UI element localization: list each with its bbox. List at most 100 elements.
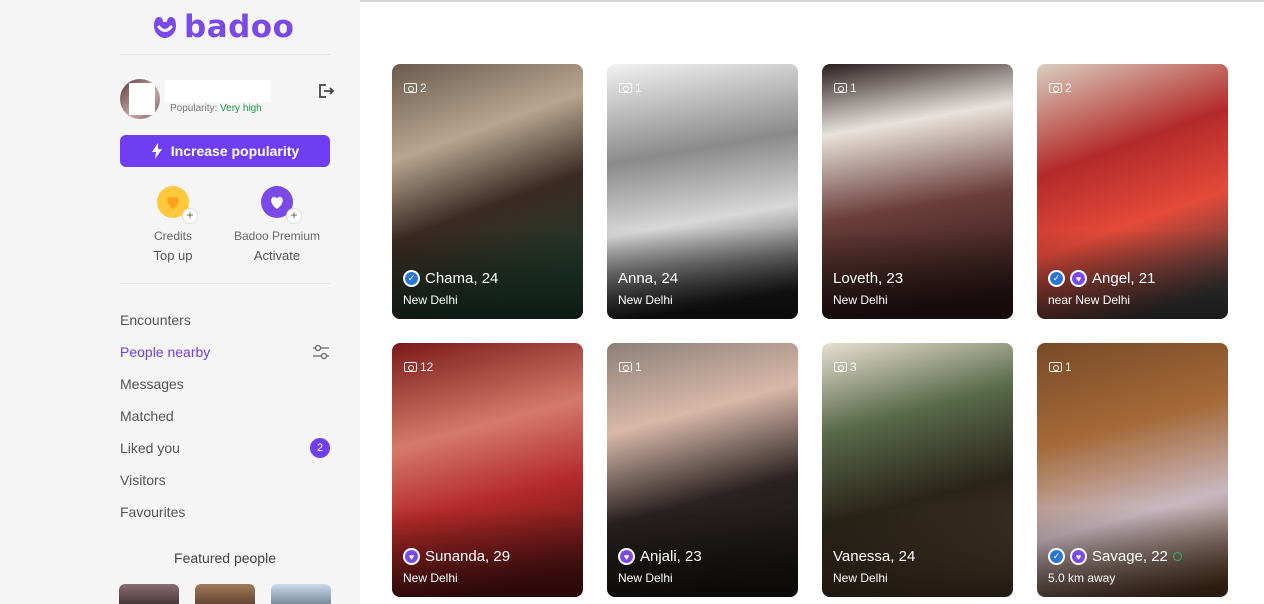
camera-icon <box>1049 83 1062 93</box>
add-credits-icon: + <box>182 208 198 224</box>
popularity-value: Very high <box>220 103 262 114</box>
badoo-logo[interactable]: badoo <box>152 9 295 45</box>
person-name-line: ✓ Chama, 24 <box>403 270 498 287</box>
person-card[interactable]: 3 Vanessa, 24 New Delhi <box>822 343 1013 597</box>
person-card[interactable]: 2 ✓ ♥ Angel, 21 near New Delhi <box>1037 64 1228 319</box>
person-location: New Delhi <box>833 293 888 307</box>
nav-item-encounters[interactable]: Encounters <box>120 304 330 336</box>
credits-item[interactable]: + Credits Top up <box>118 186 228 263</box>
person-name-age: Anjali, 23 <box>640 548 702 565</box>
popularity-label: Popularity: <box>170 103 218 114</box>
add-premium-icon: + <box>286 208 302 224</box>
premium-label: Badoo Premium <box>233 229 321 243</box>
person-name-age: Sunanda, 29 <box>425 548 511 565</box>
person-name-age: Vanessa, 24 <box>833 548 916 565</box>
divider <box>120 283 330 284</box>
photo-count-value: 2 <box>1065 81 1072 95</box>
camera-icon <box>619 362 632 372</box>
logout-icon[interactable] <box>317 83 335 99</box>
online-status-icon <box>1172 552 1182 561</box>
nav-label: Liked you <box>120 440 180 456</box>
camera-icon <box>1049 362 1062 372</box>
premium-item[interactable]: + Badoo Premium Activate <box>222 186 332 263</box>
user-avatar[interactable] <box>120 79 160 119</box>
person-card[interactable]: 1 ✓ ♥ Savage, 22 5.0 km away <box>1037 343 1228 597</box>
person-name-line: ✓ ♥ Savage, 22 <box>1048 548 1182 565</box>
popularity-status: Popularity: Very high <box>170 103 262 114</box>
photo-count-value: 1 <box>635 360 642 374</box>
activate-link[interactable]: Activate <box>222 248 332 263</box>
premium-heart-icon: ♥ <box>1070 270 1087 287</box>
photo-count-value: 2 <box>420 81 427 95</box>
filters-icon[interactable] <box>312 343 330 361</box>
photo-count-value: 1 <box>850 81 857 95</box>
featured-people-title: Featured people <box>174 550 276 566</box>
photo-count-value: 3 <box>850 360 857 374</box>
person-location: New Delhi <box>618 293 673 307</box>
photo-count: 1 <box>1049 360 1072 374</box>
credits-label: Credits <box>153 229 192 243</box>
photo-count: 1 <box>619 81 642 95</box>
nav-item-matched[interactable]: Matched <box>120 400 330 432</box>
increase-popularity-button[interactable]: Increase popularity <box>120 135 330 167</box>
nav-item-messages[interactable]: Messages <box>120 368 330 400</box>
person-card[interactable]: 1 Loveth, 23 New Delhi <box>822 64 1013 319</box>
person-name-line: ♥ Anjali, 23 <box>618 548 702 565</box>
person-card[interactable]: 1 ♥ Anjali, 23 New Delhi <box>607 343 798 597</box>
photo-count: 3 <box>834 360 857 374</box>
liked-you-count-badge: 2 <box>310 438 330 458</box>
verified-check-icon: ✓ <box>1048 548 1065 565</box>
camera-icon <box>404 83 417 93</box>
sidebar-nav: Encounters People nearby Messages Matche… <box>120 304 330 528</box>
nav-item-people-nearby[interactable]: People nearby <box>120 336 330 368</box>
nav-label: Favourites <box>120 504 186 520</box>
person-location: near New Delhi <box>1048 293 1131 307</box>
person-name-line: Loveth, 23 <box>833 270 903 287</box>
premium-heart-icon: ♥ <box>618 548 635 565</box>
person-name-line: ✓ ♥ Angel, 21 <box>1048 270 1155 287</box>
person-card[interactable]: 12 ♥ Sunanda, 29 New Delhi <box>392 343 583 597</box>
person-location: New Delhi <box>403 571 458 585</box>
person-name-age: Angel, 21 <box>1092 270 1156 287</box>
nav-item-favourites[interactable]: Favourites <box>120 496 330 528</box>
photo-count: 2 <box>404 81 427 95</box>
person-location: 5.0 km away <box>1048 571 1116 585</box>
camera-icon <box>834 362 847 372</box>
person-card[interactable]: 2 ✓ Chama, 24 New Delhi <box>392 64 583 319</box>
photo-count-value: 1 <box>1065 360 1072 374</box>
photo-count: 2 <box>1049 81 1072 95</box>
person-location: New Delhi <box>403 293 458 307</box>
photo-count-value: 12 <box>420 360 434 374</box>
sidebar: badoo Popularity: Very high Increase pop… <box>0 0 360 604</box>
nav-item-liked-you[interactable]: Liked you 2 <box>120 432 330 464</box>
nav-label: Messages <box>120 376 184 392</box>
nav-item-visitors[interactable]: Visitors <box>120 464 330 496</box>
nav-label: People nearby <box>120 344 211 360</box>
photo-count: 1 <box>834 81 857 95</box>
divider <box>120 54 330 55</box>
person-card[interactable]: 1 Anna, 24 New Delhi <box>607 64 798 319</box>
user-name-redacted[interactable] <box>165 80 271 102</box>
photo-count: 1 <box>619 360 642 374</box>
premium-heart-icon: + <box>261 186 302 224</box>
verified-check-icon: ✓ <box>1048 270 1065 287</box>
increase-popularity-label: Increase popularity <box>170 143 300 159</box>
featured-person-thumb[interactable] <box>271 584 331 604</box>
logo-wordmark: badoo <box>184 9 295 45</box>
top-up-link[interactable]: Top up <box>118 248 228 263</box>
featured-person-thumb[interactable] <box>119 584 179 604</box>
person-name-line: Anna, 24 <box>618 270 678 287</box>
camera-icon <box>404 362 417 372</box>
person-name-age: Loveth, 23 <box>833 270 904 287</box>
lightning-icon <box>151 143 162 159</box>
nav-label: Encounters <box>120 312 191 328</box>
person-location: New Delhi <box>618 571 673 585</box>
person-location: New Delhi <box>833 571 888 585</box>
featured-person-thumb[interactable] <box>195 584 255 604</box>
person-name-age: Chama, 24 <box>425 270 499 287</box>
photo-count: 12 <box>404 360 433 374</box>
nav-label: Visitors <box>120 472 166 488</box>
premium-heart-icon: ♥ <box>403 548 420 565</box>
person-name-line: ♥ Sunanda, 29 <box>403 548 510 565</box>
premium-heart-icon: ♥ <box>1070 548 1087 565</box>
